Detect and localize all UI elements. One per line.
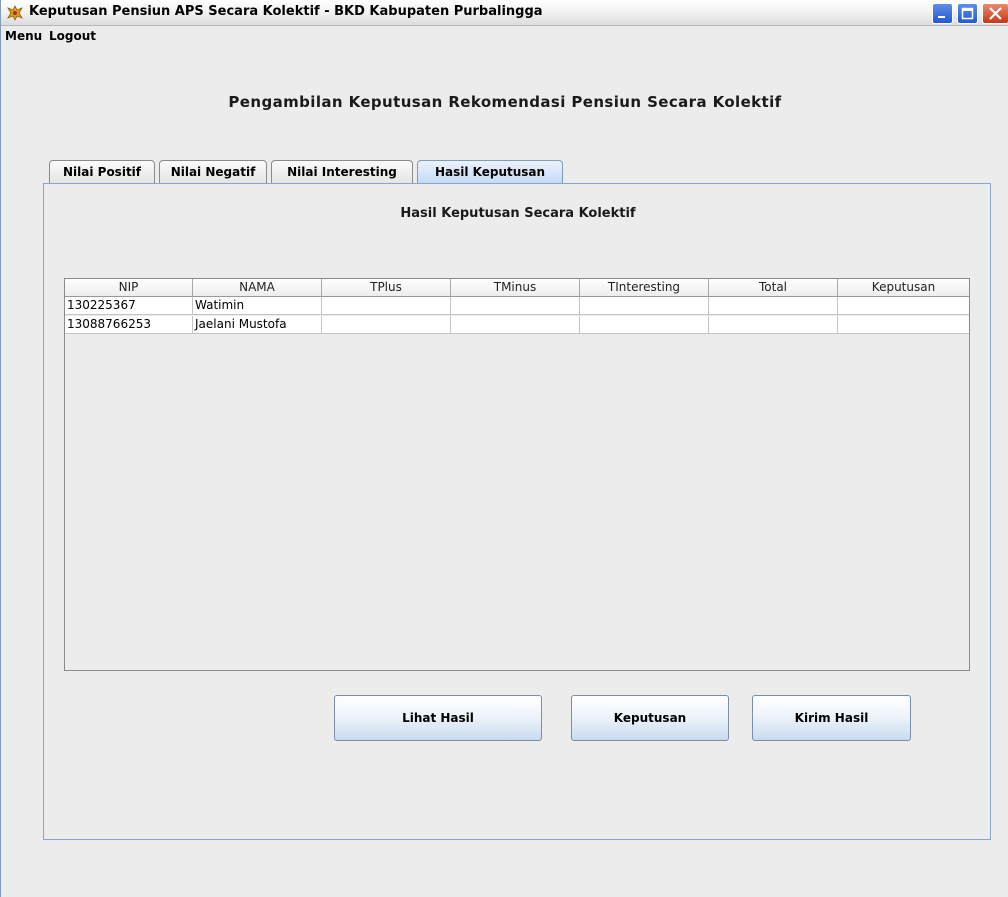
tab-nilai-negatif[interactable]: Nilai Negatif — [159, 160, 267, 184]
cell-total[interactable] — [709, 297, 838, 315]
menu-logout[interactable]: Logout — [49, 29, 96, 43]
cell-nama[interactable]: Watimin — [193, 297, 322, 315]
close-button[interactable] — [982, 3, 1008, 24]
panel-heading: Hasil Keputusan Secara Kolektif — [400, 206, 636, 221]
cell-tminus[interactable] — [451, 316, 580, 334]
column-header-tplus[interactable]: TPlus — [322, 279, 451, 297]
menu-menu[interactable]: Menu — [5, 29, 42, 43]
column-header-nip[interactable]: NIP — [65, 279, 193, 297]
maximize-icon — [958, 7, 977, 26]
kirim-hasil-button[interactable]: Kirim Hasil — [752, 695, 911, 741]
cell-tminus[interactable] — [451, 297, 580, 315]
table-row[interactable]: 13088766253 Jaelani Mustofa — [65, 316, 969, 334]
tab-nilai-positif[interactable]: Nilai Positif — [49, 160, 155, 184]
cell-total[interactable] — [709, 316, 838, 334]
page-title: Pengambilan Keputusan Rekomendasi Pensiu… — [228, 93, 782, 111]
title-bar: Keputusan Pensiun APS Secara Kolektif - … — [1, 0, 1008, 26]
keputusan-button[interactable]: Keputusan — [571, 695, 729, 741]
column-header-tinteresting[interactable]: TInteresting — [580, 279, 709, 297]
results-table[interactable]: NIP NAMA TPlus TMinus TInteresting Total… — [64, 278, 970, 671]
cell-nama[interactable]: Jaelani Mustofa — [193, 316, 322, 334]
table-row[interactable]: 130225367 Watimin — [65, 297, 969, 315]
tab-panel-hasil-keputusan: Hasil Keputusan Secara Kolektif NIP NAMA… — [43, 183, 991, 840]
table-header: NIP NAMA TPlus TMinus TInteresting Total… — [65, 279, 969, 297]
maximize-button[interactable] — [957, 3, 978, 24]
column-header-nama[interactable]: NAMA — [193, 279, 322, 297]
close-icon — [983, 7, 1008, 26]
cell-tplus[interactable] — [322, 316, 451, 334]
application-window: Keputusan Pensiun APS Secara Kolektif - … — [0, 0, 1008, 897]
cell-tplus[interactable] — [322, 297, 451, 315]
tab-nilai-interesting[interactable]: Nilai Interesting — [271, 160, 413, 184]
cell-nip[interactable]: 13088766253 — [65, 316, 193, 334]
cell-tinteresting[interactable] — [580, 297, 709, 315]
cell-keputusan[interactable] — [838, 316, 969, 334]
cell-tinteresting[interactable] — [580, 316, 709, 334]
column-header-keputusan[interactable]: Keputusan — [838, 279, 969, 297]
garuda-emblem-icon — [6, 4, 24, 22]
minimize-button[interactable] — [932, 3, 953, 24]
lihat-hasil-button[interactable]: Lihat Hasil — [334, 695, 542, 741]
menu-bar: Menu Logout — [1, 26, 1008, 48]
cell-keputusan[interactable] — [838, 297, 969, 315]
window-title: Keputusan Pensiun APS Secara Kolektif - … — [29, 4, 543, 19]
column-header-tminus[interactable]: TMinus — [451, 279, 580, 297]
cell-nip[interactable]: 130225367 — [65, 297, 193, 315]
minimize-icon — [933, 12, 952, 26]
tab-hasil-keputusan[interactable]: Hasil Keputusan — [417, 160, 563, 184]
column-header-total[interactable]: Total — [709, 279, 838, 297]
